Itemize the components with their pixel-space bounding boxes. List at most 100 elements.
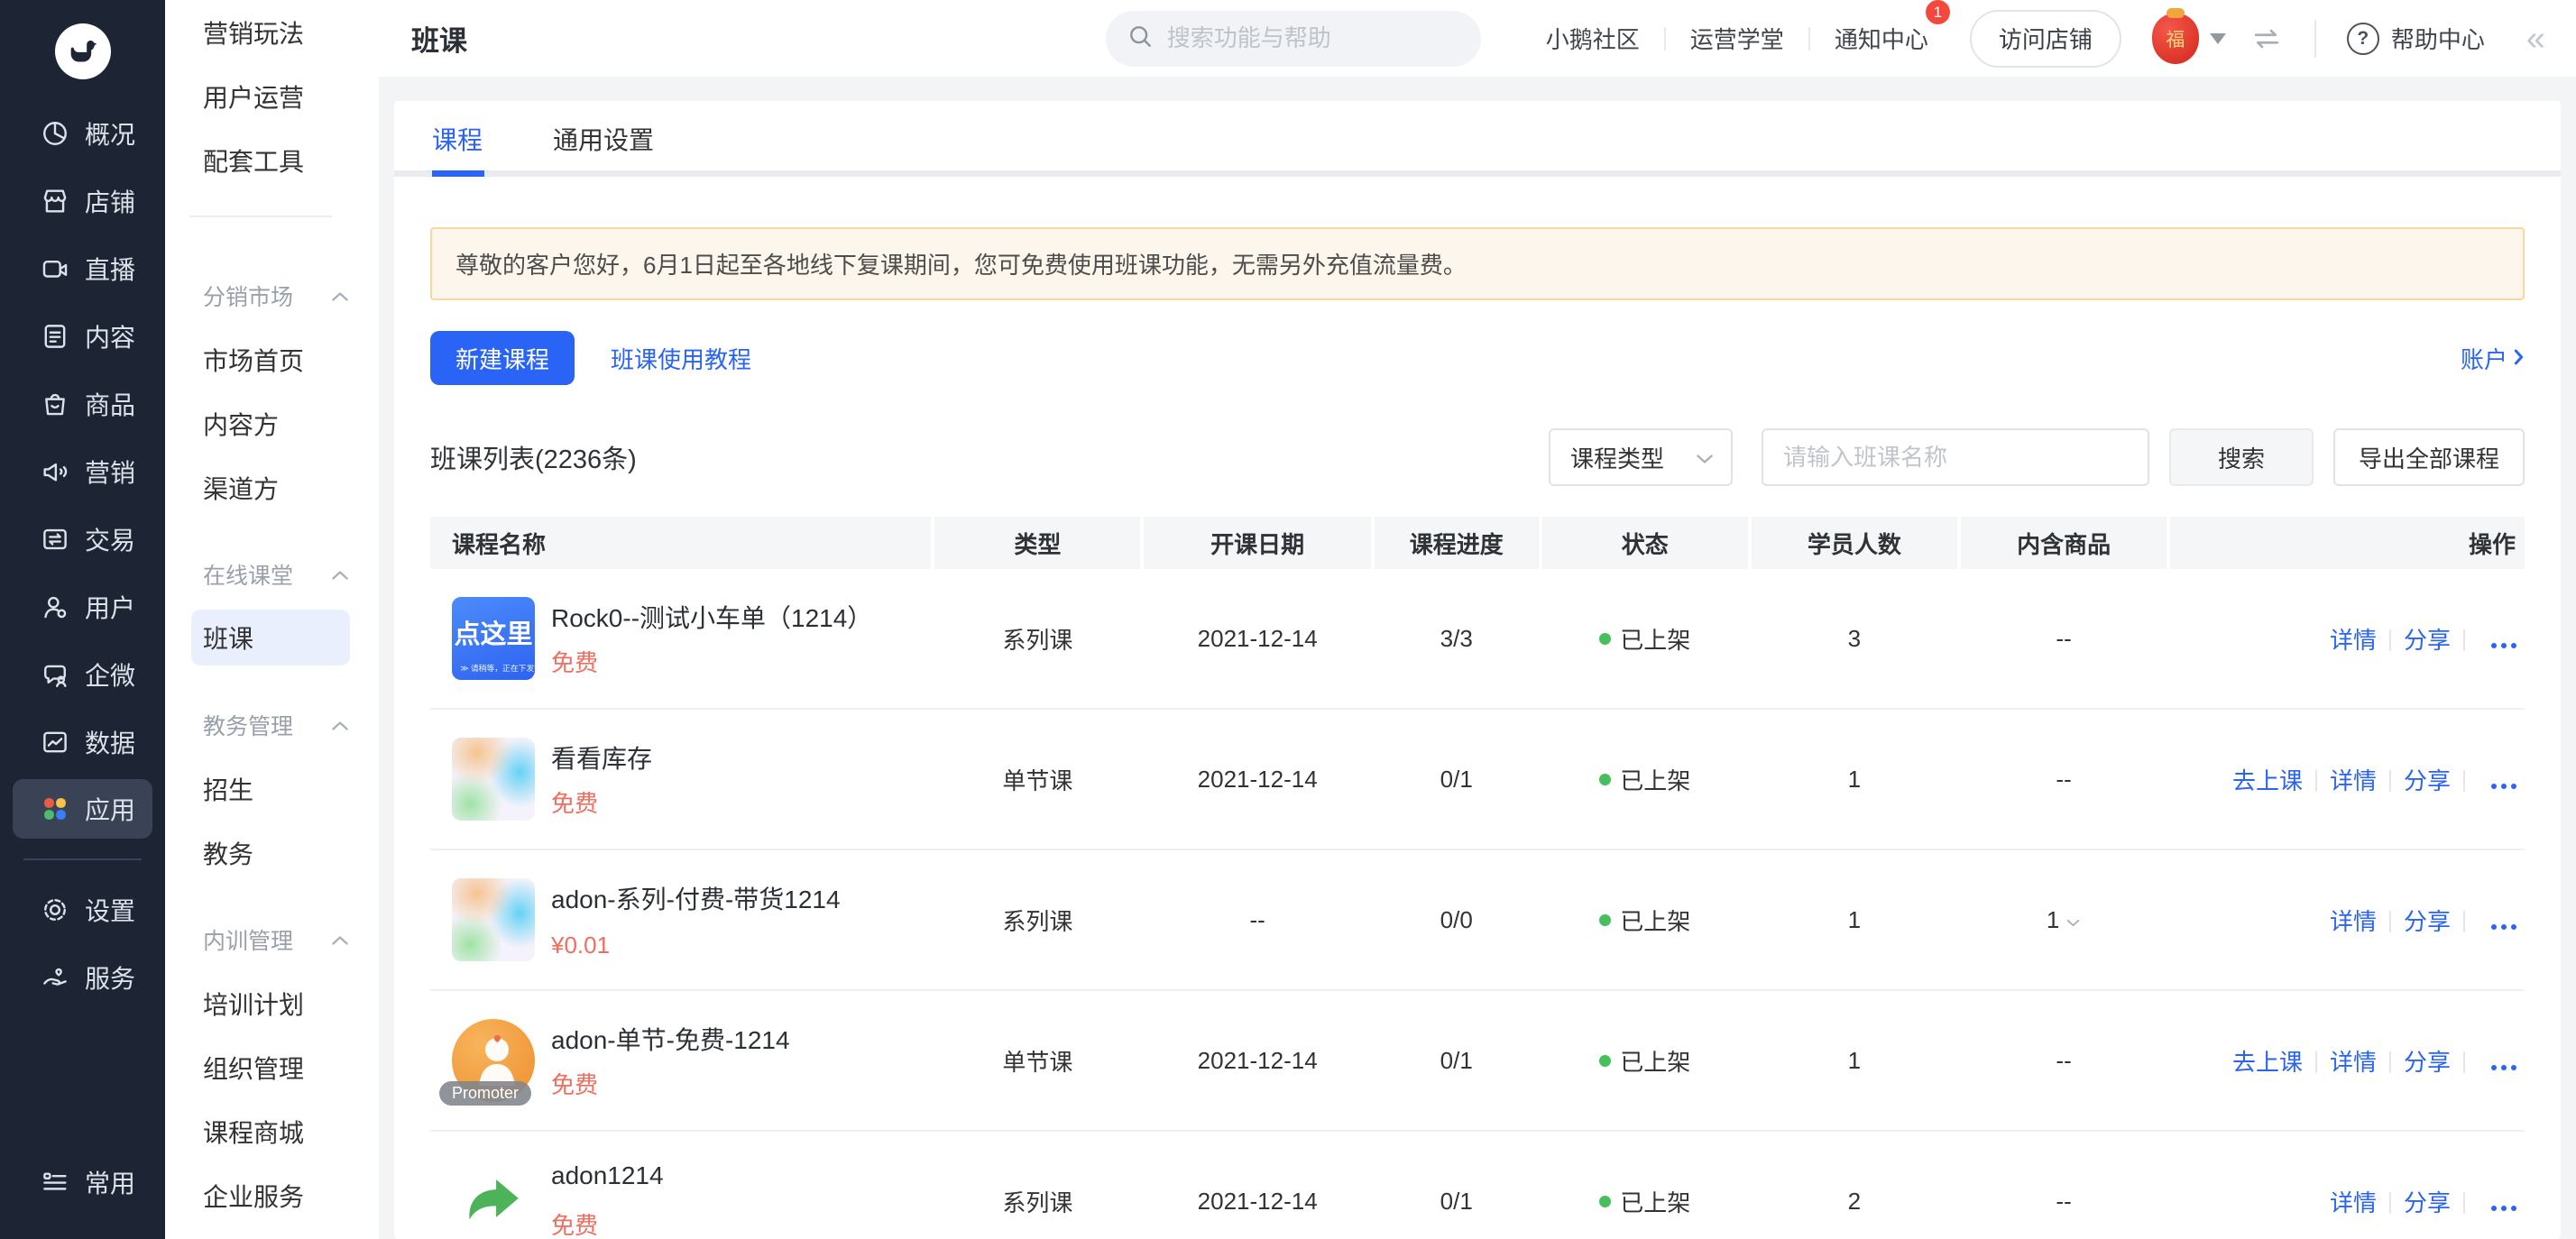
content-card: 课程 通用设置 尊敬的客户您好，6月1日起至各地线下复课期间，您可免费使用班课功… (394, 101, 2561, 1239)
avatar[interactable]: 福 (2152, 14, 2199, 64)
switch-account-icon[interactable] (2249, 22, 2284, 56)
notification-badge: 1 (1926, 0, 1950, 24)
content-area: 课程 通用设置 尊敬的客户您好，6月1日起至各地线下复课期间，您可免费使用班课功… (379, 77, 2576, 1239)
course-price: 免费 (551, 1067, 790, 1100)
student-count: 1 (1750, 709, 1959, 849)
detail-link[interactable]: 详情 (2330, 908, 2377, 935)
account-link[interactable]: 账户 (2461, 342, 2525, 375)
menu-item-marketing-play[interactable]: 营销玩法 (165, 0, 379, 64)
menu-item-course-mall[interactable]: 课程商城 (165, 1099, 379, 1163)
menu-item-training-plan[interactable]: 培训计划 (165, 971, 379, 1035)
more-actions-icon[interactable] (2490, 1064, 2517, 1071)
detail-link[interactable]: 详情 (2330, 1189, 2377, 1216)
status-dot (1599, 914, 1611, 926)
menu-item-content-provider[interactable]: 内容方 (165, 391, 379, 455)
more-actions-icon[interactable] (2490, 1205, 2517, 1212)
community-link[interactable]: 小鹅社区 (1546, 22, 1640, 55)
more-actions-icon[interactable] (2490, 923, 2517, 931)
course-title[interactable]: 看看库存 (551, 739, 652, 776)
sidebar-item-users[interactable]: 用户 (0, 573, 165, 640)
notifications-link[interactable]: 通知中心 (1835, 26, 1928, 53)
course-thumbnail[interactable] (452, 738, 535, 821)
top-bar: 班课 小鹅社区 运营学堂 通知中心 1 访问店铺 福 ? 帮助中心 « (379, 0, 2576, 77)
sidebar-item-label: 应用 (85, 791, 135, 827)
go-class-link[interactable]: 去上课 (2232, 767, 2303, 794)
sidebar-item-data[interactable]: 数据 (0, 708, 165, 776)
sidebar-item-label: 店铺 (85, 183, 135, 219)
share-link[interactable]: 分享 (2404, 1049, 2451, 1076)
tab-course[interactable]: 课程 (432, 121, 483, 157)
caret-down-icon[interactable] (2210, 33, 2226, 44)
menu-item-org-management[interactable]: 组织管理 (165, 1035, 379, 1099)
visit-shop-button[interactable]: 访问店铺 (1970, 10, 2121, 68)
goods-expand[interactable]: 1 (2047, 906, 2081, 934)
menu-item-enrollment[interactable]: 招生 (165, 757, 379, 821)
more-actions-icon[interactable] (2490, 783, 2517, 790)
sidebar-item-goods[interactable]: 商品 (0, 370, 165, 437)
megaphone-icon (40, 456, 70, 487)
top-right-cluster: 小鹅社区 运营学堂 通知中心 1 访问店铺 福 ? 帮助中心 « (1546, 10, 2545, 68)
menu-section-academic[interactable]: 教务管理 (165, 693, 379, 757)
academy-link[interactable]: 运营学堂 (1690, 22, 1784, 55)
course-title[interactable]: adon-单节-免费-1214 (551, 1021, 790, 1057)
share-link[interactable]: 分享 (2404, 908, 2451, 935)
sidebar-item-shop[interactable]: 店铺 (0, 167, 165, 234)
export-button[interactable]: 导出全部课程 (2333, 428, 2525, 486)
course-progress: 0/1 (1373, 990, 1541, 1131)
menu-item-banke[interactable]: 班课 (191, 610, 350, 665)
course-thumbnail[interactable]: Promoter (452, 1019, 535, 1102)
menu-item-enterprise-service[interactable]: 企业服务 (165, 1163, 379, 1227)
sidebar-item-settings[interactable]: 设置 (0, 876, 165, 943)
share-link[interactable]: 分享 (2404, 767, 2451, 794)
menu-item-user-operation[interactable]: 用户运营 (165, 64, 379, 128)
help-center-link[interactable]: ? 帮助中心 (2347, 22, 2485, 55)
new-course-button[interactable]: 新建课程 (430, 331, 575, 385)
secondary-sidebar: 营销玩法 用户运营 配套工具 分销市场 市场首页 内容方 渠道方 在线课堂 班课… (165, 0, 379, 1239)
chat-person-icon (40, 659, 70, 690)
status-badge: 已上架 (1599, 622, 1690, 656)
collapse-icon[interactable]: « (2526, 22, 2545, 56)
sidebar-item-live[interactable]: 直播 (0, 234, 165, 302)
more-actions-icon[interactable] (2490, 642, 2517, 649)
detail-link[interactable]: 详情 (2330, 627, 2377, 654)
menu-item-academic-affairs[interactable]: 教务 (165, 821, 379, 885)
sidebar-item-label: 交易 (85, 521, 135, 557)
share-link[interactable]: 分享 (2404, 627, 2451, 654)
sidebar-item-trade[interactable]: 交易 (0, 505, 165, 573)
menu-section-online-class[interactable]: 在线课堂 (165, 543, 379, 606)
course-type-select[interactable]: 课程类型 (1549, 428, 1733, 486)
course-title[interactable]: adon-系列-付费-带货1214 (551, 880, 841, 916)
sidebar-item-apps[interactable]: 应用 (13, 779, 152, 839)
brand-logo[interactable] (55, 23, 111, 79)
course-type: 系列课 (933, 849, 1142, 990)
sidebar-item-overview[interactable]: 概况 (0, 99, 165, 167)
document-icon (40, 321, 70, 352)
course-title[interactable]: Rock0--测试小车单（1214） (551, 599, 872, 635)
apps-grid-icon (40, 794, 70, 824)
global-search[interactable] (1106, 11, 1481, 67)
col-course-name: 课程名称 (430, 517, 933, 569)
course-name-input[interactable] (1762, 428, 2149, 486)
sidebar-item-marketing[interactable]: 营销 (0, 437, 165, 505)
menu-item-market-home[interactable]: 市场首页 (165, 327, 379, 391)
sidebar-item-content[interactable]: 内容 (0, 302, 165, 370)
tutorial-link[interactable]: 班课使用教程 (611, 342, 751, 375)
sidebar-item-frequent[interactable]: 常用 (0, 1148, 165, 1216)
course-thumbnail[interactable]: 点这里 ≫ 请稍等，正在下发链接 ≪ (452, 597, 535, 680)
sidebar-item-service[interactable]: 服务 (0, 943, 165, 1011)
global-search-input[interactable] (1165, 23, 1471, 53)
menu-section-internal-training[interactable]: 内训管理 (165, 908, 379, 971)
menu-section-distribution[interactable]: 分销市场 (165, 264, 379, 327)
go-class-link[interactable]: 去上课 (2232, 1049, 2303, 1076)
share-link[interactable]: 分享 (2404, 1189, 2451, 1216)
detail-link[interactable]: 详情 (2330, 1049, 2377, 1076)
search-button[interactable]: 搜索 (2169, 428, 2314, 486)
tab-general-settings[interactable]: 通用设置 (553, 121, 654, 157)
menu-item-channel-provider[interactable]: 渠道方 (165, 455, 379, 519)
sidebar-item-wecom[interactable]: 企微 (0, 640, 165, 708)
detail-link[interactable]: 详情 (2330, 767, 2377, 794)
course-title[interactable]: adon1214 (551, 1161, 664, 1190)
course-thumbnail[interactable] (452, 1160, 535, 1239)
course-thumbnail[interactable] (452, 878, 535, 961)
menu-item-tools[interactable]: 配套工具 (165, 128, 379, 192)
